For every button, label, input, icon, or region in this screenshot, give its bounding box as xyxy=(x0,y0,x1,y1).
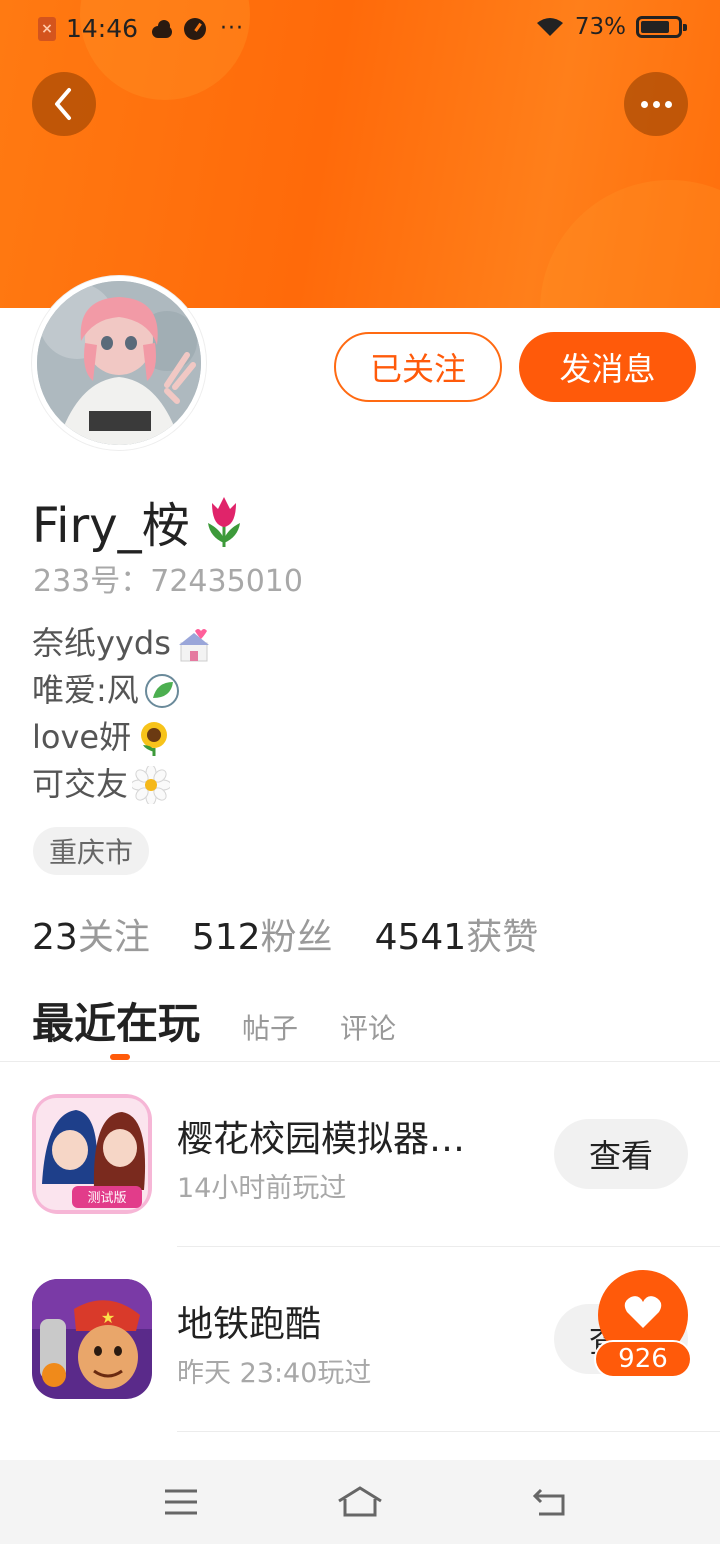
more-horizontal-icon xyxy=(640,100,672,108)
last-played: 14小时前玩过 xyxy=(177,1173,347,1204)
send-message-button[interactable]: 发消息 xyxy=(519,332,696,402)
wifi-icon xyxy=(536,18,563,36)
back-arrow-icon xyxy=(532,1488,565,1516)
tab-indicator xyxy=(110,1054,130,1060)
banner-decoration xyxy=(540,180,720,308)
daisy-icon xyxy=(132,765,171,804)
status-bar: × 14:46 ··· 73% xyxy=(0,0,720,56)
more-button[interactable] xyxy=(624,72,688,136)
home-button[interactable] xyxy=(335,1480,385,1524)
tab-recently-played[interactable]: 最近在玩 xyxy=(32,990,200,1051)
game-title: 地铁跑酷 xyxy=(177,1304,322,1345)
tab-comments[interactable]: 评论 xyxy=(340,1007,396,1047)
bio-line: love妍 xyxy=(32,714,213,761)
username-row: Firy_桉 xyxy=(32,486,250,556)
sunflower-icon xyxy=(141,721,168,756)
user-id: 233号：72435010 xyxy=(33,564,303,599)
stat-number: 4541 xyxy=(374,917,467,958)
following-button[interactable]: 已关注 xyxy=(334,332,502,402)
bio-line: 奈纸yyds xyxy=(32,620,213,667)
profile-tabs: 最近在玩 帖子 评论 xyxy=(32,990,396,1051)
view-button[interactable]: 查看 xyxy=(554,1119,688,1189)
sim-error-icon: × xyxy=(38,16,56,41)
cloud-icon xyxy=(150,19,174,39)
system-nav-bar xyxy=(0,1460,720,1544)
menu-icon xyxy=(165,1489,197,1515)
bio-text: 可交友 xyxy=(32,765,129,803)
bio-text: 唯爱:风 xyxy=(32,671,139,709)
battery-percent: 73% xyxy=(574,14,626,40)
divider xyxy=(177,1431,720,1432)
game-title: 樱花校园模拟器… xyxy=(177,1119,466,1160)
like-count: 926 xyxy=(594,1340,692,1378)
back-button[interactable] xyxy=(32,72,96,136)
tulip-icon xyxy=(207,497,240,547)
location-tag[interactable]: 重庆市 xyxy=(33,827,150,875)
likes-stat[interactable]: 4541获赞 xyxy=(375,908,539,960)
fans-stat[interactable]: 512粉丝 xyxy=(192,908,333,960)
avatar-image xyxy=(37,281,201,445)
leaf-wind-icon xyxy=(144,673,179,708)
menu-button[interactable] xyxy=(156,1480,206,1524)
gauge-icon xyxy=(184,17,207,40)
profile-stats: 23关注 512粉丝 4541获赞 xyxy=(32,908,538,960)
bio-text: 奈纸yyds xyxy=(32,624,171,662)
status-time: 14:46 xyxy=(66,14,139,43)
list-item[interactable]: 测试版 樱花校园模拟器… 14小时前玩过 查看 xyxy=(0,1062,720,1246)
stat-label: 关注 xyxy=(77,917,150,958)
battery-icon xyxy=(636,16,687,38)
stat-label: 粉丝 xyxy=(260,917,333,958)
svg-text:测试版: 测试版 xyxy=(87,1191,126,1206)
following-stat[interactable]: 23关注 xyxy=(32,908,150,960)
bio-text: love妍 xyxy=(32,718,132,756)
system-back-button[interactable] xyxy=(524,1480,574,1524)
stat-number: 512 xyxy=(191,917,261,958)
game-icon: ★ xyxy=(32,1279,152,1399)
avatar[interactable] xyxy=(32,276,206,450)
stat-label: 获赞 xyxy=(466,917,539,958)
heart-icon xyxy=(624,1296,662,1328)
wedding-chapel-icon xyxy=(178,628,209,661)
username: Firy_桉 xyxy=(32,498,190,554)
last-played: 昨天 23:40玩过 xyxy=(177,1358,372,1389)
bio-line: 可交友 xyxy=(32,761,213,808)
svg-text:★: ★ xyxy=(101,1308,115,1327)
chevron-left-icon xyxy=(55,88,71,120)
home-icon xyxy=(338,1486,382,1517)
stat-number: 23 xyxy=(32,917,78,958)
game-icon: 测试版 xyxy=(32,1094,152,1214)
bio-line: 唯爱:风 xyxy=(32,667,213,714)
tab-posts[interactable]: 帖子 xyxy=(242,1007,298,1047)
bio: 奈纸yyds 唯爱:风 love妍 可交友 xyxy=(32,620,213,808)
more-notifications-icon: ··· xyxy=(220,16,245,41)
